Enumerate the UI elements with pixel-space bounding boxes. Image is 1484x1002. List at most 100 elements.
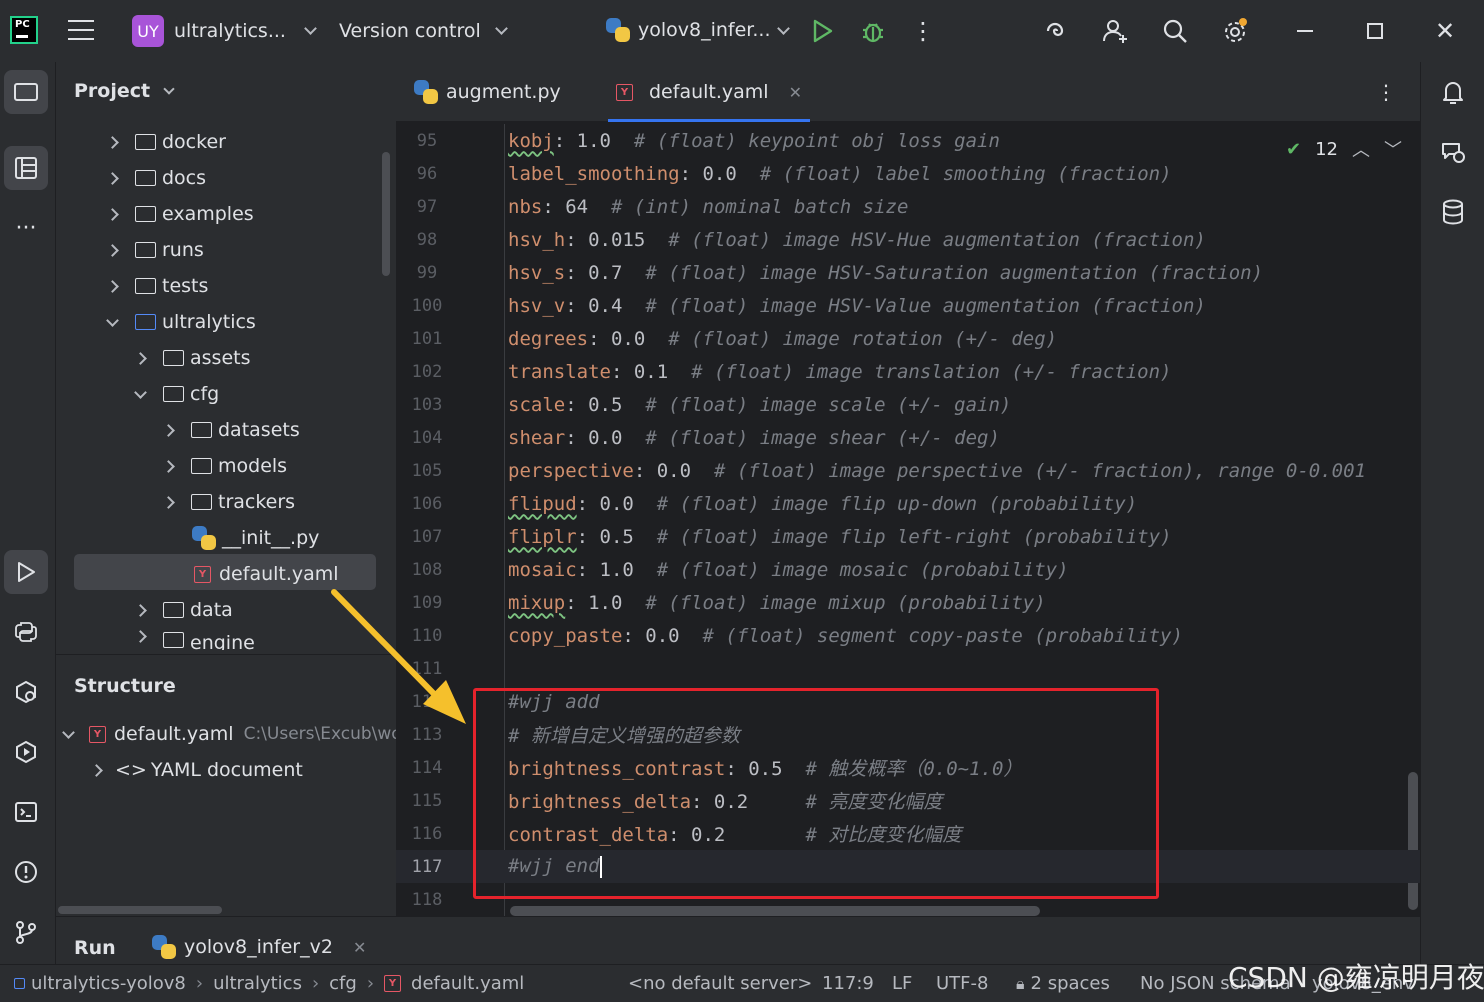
indent-setting[interactable]: 🔒︎ 2 spaces (1016, 973, 1110, 994)
debug-tool-button[interactable] (4, 730, 48, 774)
project-tool-button[interactable] (4, 70, 48, 114)
breadcrumb-item[interactable]: ultralytics-yolov8 (31, 973, 186, 994)
code-line[interactable]: 102 translate: 0.1 # (float) image transl… (396, 355, 1420, 388)
project-panel-title: Project (74, 80, 151, 102)
tree-item-runs[interactable]: runs (106, 232, 204, 268)
more-actions-icon[interactable]: ⋮ (908, 16, 938, 46)
code-line[interactable]: 97 nbs: 64 # (int) nominal batch size (396, 190, 1420, 223)
breadcrumb-item[interactable]: ultralytics (213, 973, 302, 994)
tree-item-tests[interactable]: tests (106, 268, 208, 304)
run-icon (18, 562, 35, 582)
breadcrumb-separator-icon: › (366, 973, 375, 994)
main-menu-icon[interactable] (68, 20, 94, 42)
chevron-down-icon (494, 22, 508, 35)
python-packages-tool-button[interactable] (4, 610, 48, 654)
tab-augment-py[interactable]: augment.py (414, 62, 561, 122)
chevron-right-icon (106, 243, 119, 257)
run-button[interactable] (808, 16, 838, 46)
code-text: shear: 0.0 # (float) image shear (+/- de… (508, 426, 1000, 449)
run-tab-yolov8-infer[interactable]: yolov8_infer_v2 ✕ (152, 935, 366, 959)
tree-item-models[interactable]: models (162, 448, 287, 484)
project-panel-header[interactable]: Project (74, 80, 175, 102)
search-icon[interactable] (1160, 16, 1190, 46)
notifications-bell-icon[interactable] (1431, 70, 1475, 114)
chevron-right-icon (106, 171, 119, 185)
structure-scrollbar[interactable] (58, 906, 222, 914)
tab-label: augment.py (446, 81, 561, 103)
problems-tool-button[interactable] (4, 850, 48, 894)
code-line[interactable]: 101 degrees: 0.0 # (float) image rotation… (396, 322, 1420, 355)
tree-item-default-yaml[interactable]: Ydefault.yaml (194, 556, 339, 592)
structure-tool-button[interactable] (4, 146, 48, 190)
close-tab-icon[interactable]: ✕ (789, 83, 802, 102)
debug-button[interactable] (858, 16, 888, 46)
more-tools-icon[interactable]: ··· (4, 206, 48, 250)
close-window-icon[interactable]: ✕ (1430, 16, 1460, 46)
git-tool-button[interactable] (4, 910, 48, 954)
tree-item-docs[interactable]: docs (106, 160, 207, 196)
ai-chat-icon[interactable] (1431, 130, 1475, 174)
code-line[interactable]: 108 mosaic: 1.0 # (float) image mosaic (p… (396, 553, 1420, 586)
tree-item-datasets[interactable]: datasets (162, 412, 300, 448)
services-tool-button[interactable] (4, 670, 48, 714)
tab-options-icon[interactable]: ⋮ (1376, 80, 1396, 104)
version-control-menu[interactable]: Version control (339, 20, 508, 42)
tab-default-yaml[interactable]: Y default.yaml ✕ (608, 62, 810, 122)
yaml-key: copy_paste (508, 624, 623, 647)
services-icon (16, 680, 36, 704)
line-number: 100 (411, 295, 443, 316)
code-line[interactable]: 100 hsv_v: 0.4 # (float) image HSV-Value … (396, 289, 1420, 322)
file-encoding[interactable]: UTF-8 (936, 973, 988, 994)
code-line[interactable]: 104 shear: 0.0 # (float) image shear (+/-… (396, 421, 1420, 454)
close-tab-icon[interactable]: ✕ (353, 938, 366, 957)
project-selector[interactable]: ultralytics... (174, 20, 317, 42)
run-config-label: yolov8_infer... (638, 19, 771, 41)
code-line[interactable]: 107 fliplr: 0.5 # (float) image flip left… (396, 520, 1420, 553)
structure-yaml-node[interactable]: <> YAML document (90, 759, 303, 781)
package-icon (163, 602, 184, 618)
line-number: 115 (411, 790, 443, 811)
folder-icon (135, 206, 156, 222)
yaml-value: 0.0 (588, 426, 623, 449)
add-user-icon[interactable] (1100, 16, 1130, 46)
tree-item-assets[interactable]: assets (134, 340, 250, 376)
project-badge[interactable]: UY (132, 15, 164, 47)
database-icon[interactable] (1431, 190, 1475, 234)
server-status[interactable]: <no default server> (628, 973, 812, 994)
yaml-comment: # (float) image HSV-Saturation augmentat… (645, 261, 1264, 284)
tree-item-data[interactable]: data (134, 592, 233, 628)
breadcrumb-item[interactable]: default.yaml (411, 973, 524, 994)
code-line[interactable]: 111 (396, 652, 1420, 685)
tree-item-label: docs (162, 167, 207, 189)
tree-item-engine[interactable]: engine (136, 628, 255, 650)
minimize-icon[interactable] (1290, 16, 1320, 46)
code-line[interactable]: 99 hsv_s: 0.7 # (float) image HSV-Saturat… (396, 256, 1420, 289)
tree-item-trackers[interactable]: trackers (162, 484, 295, 520)
caret-position[interactable]: 117:9 (822, 973, 874, 994)
run-config-selector[interactable]: yolov8_infer... (606, 18, 790, 42)
tree-item-examples[interactable]: examples (106, 196, 254, 232)
code-line[interactable]: 106 flipud: 0.0 # (float) image flip up-d… (396, 487, 1420, 520)
structure-file-node[interactable]: Y default.yaml C:\Users\Excub\wor (62, 723, 409, 745)
line-number: 96 (416, 163, 438, 184)
terminal-tool-button[interactable] (4, 790, 48, 834)
tree-item-docker[interactable]: docker (106, 124, 226, 160)
line-ending[interactable]: LF (892, 973, 912, 994)
breadcrumb-item[interactable]: cfg (329, 973, 357, 994)
yaml-key: flipud (508, 492, 577, 515)
code-line[interactable]: 96 label_smoothing: 0.0 # (float) label s… (396, 157, 1420, 190)
code-line[interactable]: 110 copy_paste: 0.0 # (float) segment cop… (396, 619, 1420, 652)
ai-assistant-icon[interactable] (1040, 16, 1070, 46)
maximize-icon[interactable] (1360, 16, 1390, 46)
code-line[interactable]: 95 kobj: 1.0 # (float) keypoint obj loss … (396, 124, 1420, 157)
code-line[interactable]: 98 hsv_h: 0.015 # (float) image HSV-Hue a… (396, 223, 1420, 256)
tree-item-cfg[interactable]: cfg (134, 376, 219, 412)
code-line[interactable]: 103 scale: 0.5 # (float) image scale (+/-… (396, 388, 1420, 421)
tree-item-init-py[interactable]: __init__.py (192, 520, 319, 556)
code-line[interactable]: 105 perspective: 0.0 # (float) image pers… (396, 454, 1420, 487)
run-tool-button[interactable] (4, 550, 48, 594)
code-line[interactable]: 109 mixup: 1.0 # (float) image mixup (pro… (396, 586, 1420, 619)
settings-gear-icon[interactable] (1220, 16, 1250, 46)
tree-item-ultralytics[interactable]: ultralytics (106, 304, 256, 340)
project-scrollbar[interactable] (382, 152, 390, 276)
